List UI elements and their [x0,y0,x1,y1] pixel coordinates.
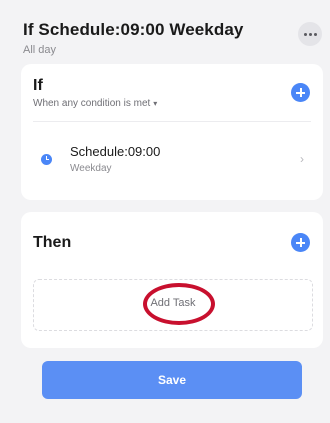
dot-icon [303,32,307,36]
highlight-circle [143,283,215,325]
condition-subtitle: Weekday [70,163,112,174]
chevron-down-icon: ▾ [153,99,158,108]
save-button[interactable]: Save [42,361,302,399]
dot-icon [313,32,317,36]
then-title: Then [33,234,72,251]
condition-row[interactable]: Schedule:09:00 Weekday › [21,136,323,180]
more-options-button[interactable] [298,22,322,46]
chevron-right-icon: › [300,152,304,166]
clock-icon [41,154,52,165]
condition-mode-label: When any condition is met [33,98,151,109]
if-title: If [33,77,43,94]
condition-mode-dropdown[interactable]: When any condition is met ▾ [33,98,157,109]
dot-icon [308,32,312,36]
header: If Schedule:09:00 Weekday All day [23,20,320,56]
then-card: Then Add Task [21,212,323,348]
page-subtitle: All day [23,44,57,56]
add-task-button[interactable]: Add Task [33,279,313,331]
page-title: If Schedule:09:00 Weekday [23,20,244,39]
divider [33,121,311,122]
condition-title: Schedule:09:00 [70,144,161,159]
if-card: If When any condition is met ▾ Schedule:0… [21,64,323,200]
add-task-plus-button[interactable] [291,233,310,252]
add-condition-button[interactable] [291,83,310,102]
